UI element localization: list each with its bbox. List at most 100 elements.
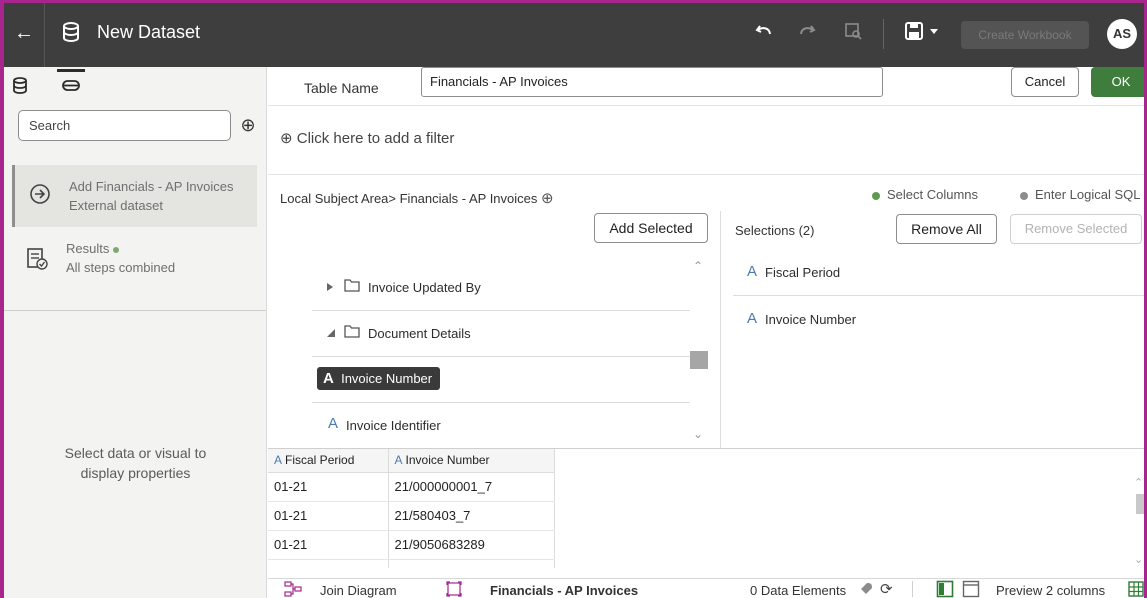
radio-unselected-icon [1020, 191, 1028, 200]
tree-column-invoice-identifier[interactable]: A Invoice Identifier [312, 403, 690, 445]
scroll-up-icon[interactable]: ⌃ [693, 259, 703, 273]
table-cell[interactable]: 21/9050683289 [388, 530, 555, 560]
add-plus-icon[interactable]: ⊕ [541, 190, 554, 207]
join-diagram-icon[interactable] [284, 581, 302, 598]
scrollbar-thumb[interactable] [690, 351, 708, 369]
attribute-icon: A [394, 453, 403, 468]
remove-selected-button[interactable]: Remove Selected [1010, 214, 1142, 244]
back-arrow-icon[interactable]: ← [12, 21, 36, 45]
step-title: Add Financials - AP Invoices [69, 179, 234, 194]
divider [44, 3, 45, 67]
column-header[interactable]: A Invoice Number [388, 449, 555, 473]
column-header-label: Invoice Number [405, 453, 490, 468]
select-columns-radio[interactable]: Select Columns [872, 187, 978, 202]
properties-hint-line1: Select data or visual to [64, 445, 207, 461]
subject-area-label: Local Subject Area> Financials - AP Invo… [280, 191, 538, 206]
table-name-row: Table Name Financials - AP Invoices Canc… [268, 67, 1144, 105]
bottom-bar: Join Diagram Financials - AP Invoices 0 … [268, 578, 1144, 598]
select-columns-label: Select Columns [887, 187, 979, 202]
join-tab-icon[interactable] [57, 69, 85, 97]
properties-hint-line2: display properties [80, 465, 191, 481]
expand-arrow-icon[interactable] [326, 280, 334, 295]
column-tree: Invoice Updated By Document Details ✓ A … [312, 259, 690, 445]
column-tree-pane: Add Selected Invoice Updated By Document… [268, 211, 720, 448]
table-row: 01-21 21/9050683289 [268, 530, 555, 560]
attribute-icon: A [274, 453, 283, 468]
divider [912, 581, 913, 597]
user-avatar[interactable]: AS [1107, 19, 1137, 49]
column-header[interactable]: A Fiscal Period [268, 449, 389, 473]
filter-bar[interactable]: ⊕ Click here to add a filter [268, 105, 1144, 175]
attribute-icon: A [747, 263, 758, 280]
folder-icon [344, 278, 360, 295]
table-cell[interactable]: 01-21 [268, 559, 389, 568]
tree-folder-invoice-updated-by[interactable]: Invoice Updated By [312, 265, 690, 311]
selections-pane: Selections (2) Remove All Remove Selecte… [721, 211, 1144, 448]
tree-item-label: Invoice Updated By [368, 280, 481, 295]
data-preview-grid: A Fiscal Period A Invoice Number 01-21 21/0… [268, 448, 1144, 568]
step-add-dataset[interactable]: Add Financials - AP Invoices External da… [12, 165, 257, 227]
folder-icon [344, 324, 360, 341]
attribute-icon: A [323, 370, 334, 387]
preview-icon[interactable] [840, 21, 866, 47]
selected-column-chip[interactable]: A Invoice Number [317, 367, 441, 390]
table-cell[interactable]: 01-21 [268, 472, 389, 502]
add-filter-label: Click here to add a filter [296, 130, 455, 147]
tree-folder-document-details[interactable]: Document Details [312, 311, 690, 357]
search-input[interactable]: Search [18, 110, 231, 141]
cancel-button[interactable]: Cancel [1011, 67, 1079, 97]
results-icon [26, 247, 48, 274]
status-dot [113, 246, 120, 253]
logical-sql-radio[interactable]: Enter Logical SQL [1020, 187, 1141, 202]
data-elements-count: 0 Data Elements [750, 583, 847, 598]
page-title: New Dataset [97, 22, 201, 42]
save-menu-button[interactable] [902, 21, 946, 47]
grid-icon[interactable] [1128, 581, 1144, 598]
preview-columns-label: Preview 2 columns [996, 583, 1106, 598]
data-tab-icon[interactable] [12, 77, 28, 98]
layout-icon[interactable] [962, 580, 980, 598]
table-icon [446, 581, 462, 598]
table-tab[interactable]: Financials - AP Invoices [490, 583, 638, 598]
properties-hint: Select data or visual to display propert… [4, 443, 267, 483]
add-plus-icon[interactable]: ⊕ [237, 114, 259, 136]
add-plus-icon: ⊕ [280, 130, 293, 147]
table-row: 01-21 21/000000001_7 [268, 472, 555, 502]
table-cell[interactable]: 21/000000001_7 [388, 472, 555, 502]
arrow-circle-icon [29, 183, 51, 208]
create-workbook-button[interactable]: Create Workbook [961, 21, 1089, 49]
selection-item[interactable]: A Fiscal Period [733, 250, 1144, 296]
add-filter[interactable]: ⊕ Click here to add a filter [280, 129, 454, 147]
tree-item-label: Invoice Identifier [346, 418, 441, 433]
subject-area-bar: Local Subject Area> Financials - AP Invo… [268, 175, 1144, 211]
rocket-icon[interactable] [858, 581, 874, 598]
step-results[interactable]: Results All steps combined [12, 235, 257, 297]
table-cell[interactable]: 01-21 [268, 530, 389, 560]
refresh-icon[interactable]: ⟳ [880, 580, 893, 598]
selection-item[interactable]: A Invoice Number [733, 297, 1144, 343]
left-panel-tabs [4, 67, 267, 103]
results-label: Results [66, 241, 110, 256]
table-cell[interactable]: 21/9050683289_1 [388, 559, 555, 568]
table-cell[interactable]: 21/580403_7 [388, 501, 555, 531]
selections-title: Selections (2) [735, 223, 815, 238]
scroll-down-icon[interactable]: ⌄ [693, 427, 703, 441]
selection-label: Fiscal Period [765, 265, 841, 280]
tree-item-label: Document Details [368, 326, 471, 341]
table-name-input[interactable]: Financials - AP Invoices [421, 67, 883, 97]
collapse-arrow-icon[interactable] [326, 326, 336, 341]
panel-toggle-icon[interactable] [936, 580, 954, 598]
remove-all-button[interactable]: Remove All [896, 214, 997, 244]
tree-column-invoice-number[interactable]: ✓ A Invoice Number [312, 357, 690, 403]
ok-button[interactable]: OK [1091, 67, 1144, 97]
table-cell[interactable]: 01-21 [268, 501, 389, 531]
scrollbar-thumb[interactable] [1136, 494, 1144, 514]
step-title: Results [66, 241, 120, 256]
redo-icon[interactable] [794, 21, 820, 47]
join-diagram-tab[interactable]: Join Diagram [320, 583, 397, 598]
subject-area-path: Local Subject Area> Financials - AP Invo… [280, 189, 554, 207]
scroll-up-icon[interactable]: ⌃ [1134, 476, 1143, 489]
add-selected-button[interactable]: Add Selected [594, 213, 708, 243]
undo-icon[interactable] [751, 21, 777, 47]
scroll-down-icon[interactable]: ⌄ [1134, 553, 1143, 566]
